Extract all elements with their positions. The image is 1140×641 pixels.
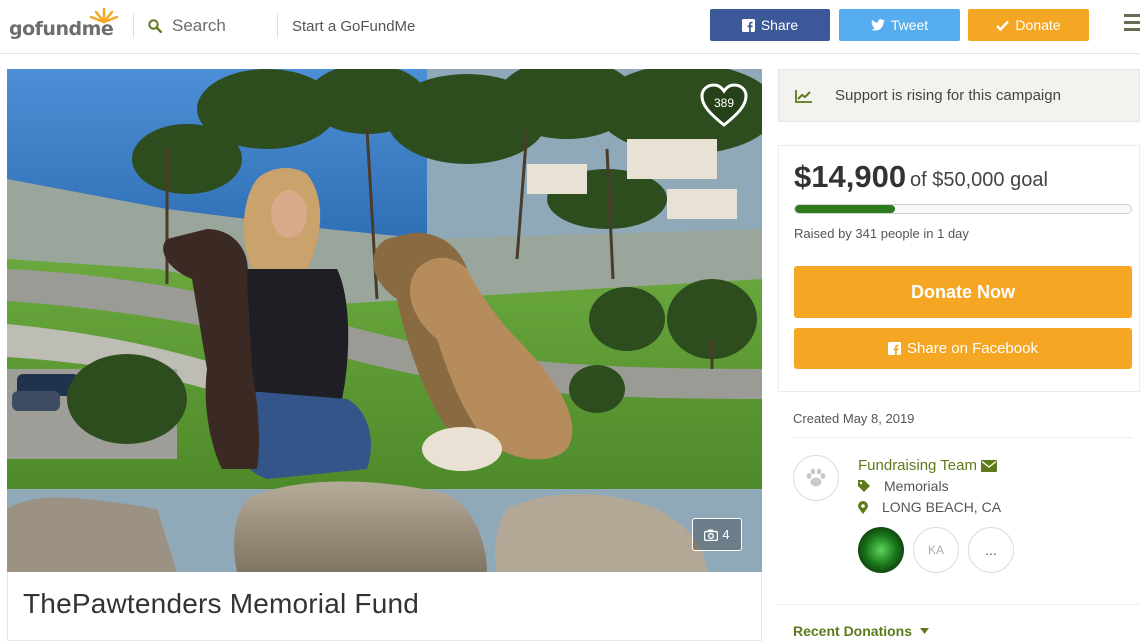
- caret-down-icon: [920, 628, 930, 634]
- donate-button[interactable]: Donate: [968, 9, 1089, 41]
- recent-donations-toggle[interactable]: Recent Donations: [793, 623, 930, 639]
- campaign-title-box: ThePawtenders Memorial Fund: [7, 572, 762, 641]
- divider: [793, 437, 1133, 438]
- share-button[interactable]: Share: [710, 9, 830, 41]
- created-date: Created May 8, 2019: [793, 411, 915, 426]
- campaign-hero-image[interactable]: 389 4: [7, 69, 762, 572]
- search-link[interactable]: Search: [148, 15, 226, 37]
- donate-now-button[interactable]: Donate Now: [794, 266, 1132, 318]
- trend-icon: [795, 90, 812, 103]
- recent-donations-label: Recent Donations: [793, 623, 913, 639]
- rising-banner: Support is rising for this campaign: [778, 69, 1140, 122]
- photo-count: 4: [722, 527, 730, 542]
- tweet-label: Tweet: [890, 17, 929, 33]
- photo-gallery-button[interactable]: 4: [692, 518, 742, 551]
- donate-label: Donate: [1015, 17, 1061, 33]
- check-icon: [996, 20, 1010, 31]
- campaign-photo: [7, 69, 762, 572]
- team-member-avatar[interactable]: [858, 527, 904, 573]
- camera-icon: [704, 529, 719, 541]
- twitter-icon: [870, 19, 885, 31]
- share-on-facebook-label: Share on Facebook: [907, 340, 1038, 357]
- location-label: LONG BEACH, CA: [882, 499, 1002, 515]
- progress-bar: [794, 204, 1132, 214]
- recent-donations-section: Recent Donations: [778, 604, 1140, 641]
- menu-icon[interactable]: [1124, 14, 1140, 34]
- map-pin-icon: [858, 500, 868, 514]
- divider: [277, 14, 278, 38]
- share-on-facebook-button[interactable]: Share on Facebook: [794, 328, 1132, 369]
- paw-icon: [806, 468, 826, 487]
- top-nav: gofundme Search Start a GoFundMe Share T…: [0, 0, 1140, 54]
- campaign-title: ThePawtenders Memorial Fund: [23, 588, 420, 619]
- team-avatar[interactable]: [793, 455, 839, 501]
- start-gofundme-link[interactable]: Start a GoFundMe: [292, 18, 415, 35]
- envelope-icon: [980, 459, 997, 472]
- facebook-icon: [888, 342, 902, 355]
- facebook-icon: [741, 18, 755, 32]
- heart-button[interactable]: 389: [699, 83, 749, 129]
- logo-wordmark: gofundme: [9, 18, 114, 40]
- goal-text: of $50,000 goal: [910, 169, 1048, 191]
- category-label: Memorials: [884, 478, 949, 494]
- search-label: Search: [172, 16, 226, 35]
- tweet-button[interactable]: Tweet: [839, 9, 960, 41]
- donation-card: $14,900 of $50,000 goal Raised by 341 pe…: [778, 145, 1140, 392]
- category-row[interactable]: Memorials: [858, 478, 949, 494]
- raised-amount: $14,900: [794, 159, 907, 194]
- fundraising-team-label: Fundraising Team: [858, 457, 977, 474]
- heart-count: 389: [713, 96, 735, 110]
- tag-icon: [858, 480, 870, 492]
- more-members-button[interactable]: ...: [968, 527, 1014, 573]
- share-label: Share: [760, 17, 799, 33]
- progress-fill: [795, 205, 896, 213]
- team-members: KA ...: [858, 527, 1014, 573]
- raised-by-text: Raised by 341 people in 1 day: [794, 226, 969, 241]
- divider: [133, 14, 134, 38]
- rising-text: Support is rising for this campaign: [835, 87, 1061, 104]
- team-member-initials[interactable]: KA: [913, 527, 959, 573]
- location-row: LONG BEACH, CA: [858, 499, 1001, 515]
- campaign-info: Created May 8, 2019 Fundraising Team Mem…: [778, 392, 1140, 592]
- search-icon: [148, 19, 162, 33]
- fundraising-team-link[interactable]: Fundraising Team: [858, 457, 997, 474]
